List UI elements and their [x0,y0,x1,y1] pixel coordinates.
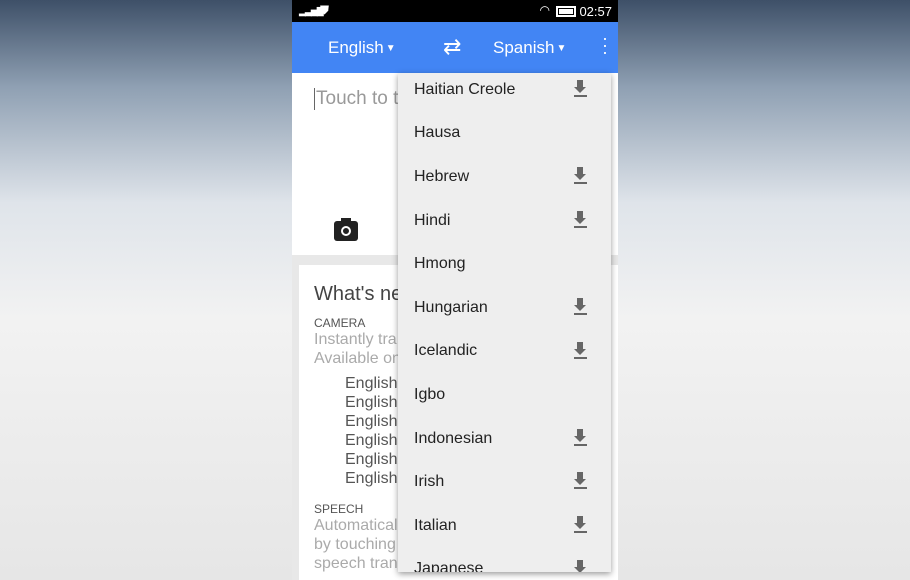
language-label: Hebrew [414,167,470,185]
input-placeholder: Touch to t [314,88,399,110]
download-icon[interactable] [573,80,589,98]
language-option[interactable]: Japanese [398,548,611,572]
language-option[interactable]: Hungarian [398,286,611,330]
language-option[interactable]: Igbo [398,373,611,417]
language-option[interactable]: Haitian Creole [398,73,611,112]
battery-icon [556,6,576,17]
language-label: Icelandic [414,342,478,360]
language-option[interactable]: Irish [398,460,611,504]
download-icon[interactable] [573,515,589,534]
language-label: Hindi [414,211,451,229]
source-language-button[interactable]: English ▼ [328,38,396,58]
wifi-icon: ◠ [539,3,550,17]
app-header: English ▼ ⇄ Spanish ▼ · · · [292,22,618,73]
download-icon[interactable] [573,210,589,229]
status-bar: ▂▃▅▇ ⛊ ◠ 02:57 [292,0,618,22]
language-label: Indonesian [414,429,493,447]
clock: 02:57 [579,4,612,19]
language-label: Igbo [414,385,446,403]
language-option[interactable]: Hmong [398,242,611,286]
download-icon[interactable] [573,428,589,447]
language-option[interactable]: Italian [398,504,611,548]
target-language-label: Spanish [493,38,555,57]
camera-icon[interactable] [334,218,358,241]
language-option[interactable]: Icelandic [398,330,611,374]
language-label: Haitian Creole [414,80,516,98]
language-option[interactable]: Indonesian [398,417,611,461]
download-icon[interactable] [573,297,589,316]
language-label: Irish [414,473,445,491]
swap-languages-icon[interactable]: ⇄ [443,34,461,60]
language-label: Japanese [414,560,484,572]
language-label: Hausa [414,124,461,142]
more-options-icon[interactable]: · · · [602,29,608,61]
source-language-label: English [328,38,384,57]
language-dropdown[interactable]: Haitian Creole Hausa Hebrew Hindi Hmong Hunga… [398,73,611,572]
language-option[interactable]: Hausa [398,112,611,156]
language-option[interactable]: Hebrew [398,155,611,199]
language-label: Hungarian [414,298,488,316]
caret-down-icon: ▼ [385,43,396,54]
download-icon[interactable] [573,167,589,185]
language-label: Hmong [414,255,466,273]
download-icon[interactable] [573,472,589,490]
caret-down-icon: ▼ [556,43,567,54]
download-icon[interactable] [573,559,589,572]
target-language-button[interactable]: Spanish ▼ [493,38,566,58]
language-option[interactable]: Hindi [398,199,611,243]
language-label: Italian [414,516,457,534]
shield-icon: ⛊ [320,3,330,17]
download-icon[interactable] [573,341,589,360]
